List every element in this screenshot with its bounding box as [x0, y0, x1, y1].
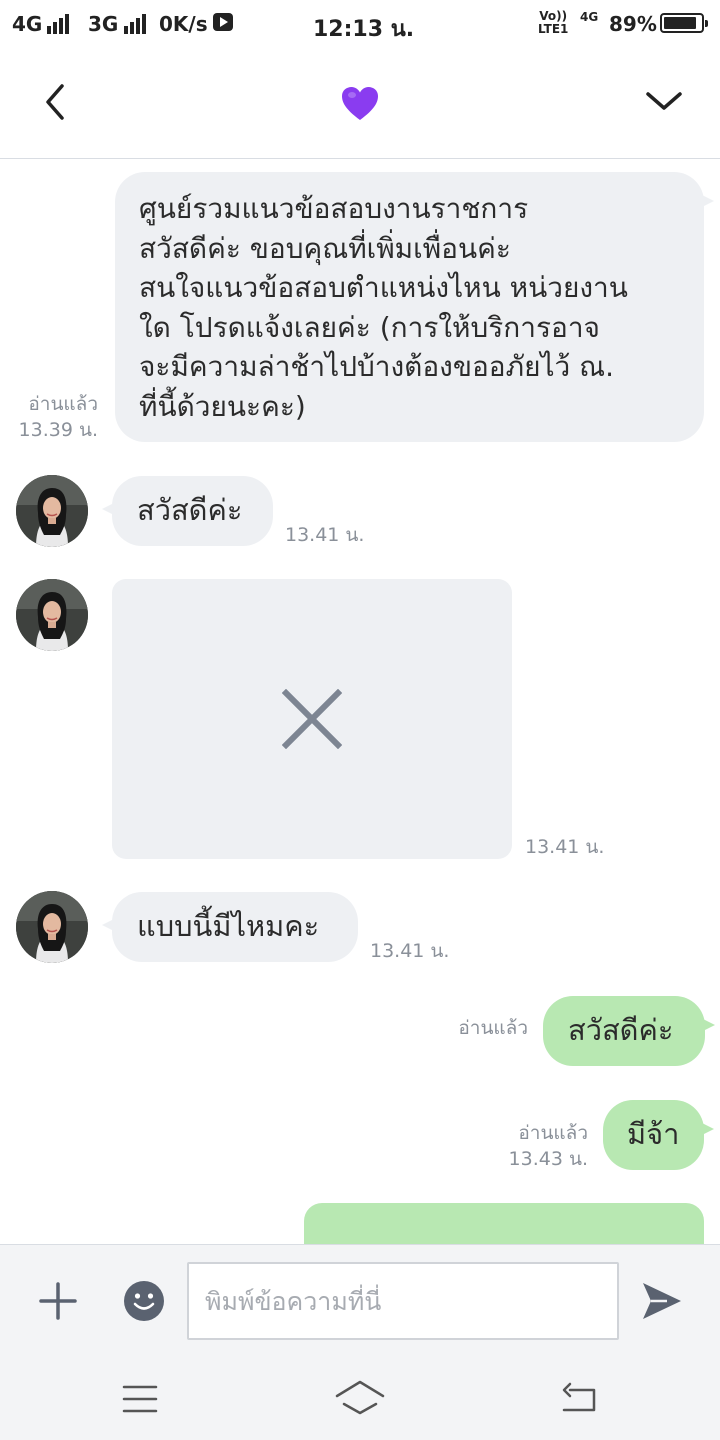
message-line: สวัสดีค่ะ ขอบคุณที่เพิ่มเพื่อนค่ะ — [139, 231, 511, 265]
message-text: แบบนี้มีไหมคะ — [137, 909, 320, 943]
send-icon[interactable] — [641, 1280, 683, 1322]
message-line: ที่นี้ด้วยนะคะ) — [139, 389, 306, 423]
play-icon — [213, 13, 233, 31]
message-time: 13.41 น. — [370, 940, 450, 962]
message-input[interactable] — [189, 1264, 617, 1338]
signal-icon — [47, 14, 69, 34]
image-message-unavailable[interactable] — [112, 579, 512, 859]
message-line: สนใจแนวข้อสอบตำแหน่งไหน หน่วยงาน — [139, 271, 628, 304]
read-receipt: อ่านแล้ว — [28, 393, 98, 415]
message-meta: อ่านแล้ว 13.43 น. — [490, 1120, 588, 1172]
close-icon — [282, 689, 342, 749]
message-text: มีจ้า — [627, 1117, 680, 1151]
message-time: 13.39 น. — [18, 419, 98, 441]
lte-label: LTE1 — [538, 22, 569, 36]
network-4g-label: 4G — [12, 12, 43, 36]
chevron-down-icon[interactable] — [644, 82, 684, 122]
battery-fill — [664, 17, 697, 29]
network-4g-small-label: 4G — [580, 10, 599, 24]
message-meta: อ่านแล้ว 13.39 น. — [10, 391, 98, 443]
menu-icon[interactable] — [122, 1384, 158, 1414]
purple-heart-icon — [341, 86, 379, 122]
battery-icon — [660, 13, 708, 33]
avatar[interactable] — [16, 475, 88, 547]
network-speed: 0K/s — [159, 12, 208, 36]
message-bubble[interactable]: มีจ้า — [603, 1100, 714, 1170]
clock: 12:13 น. — [313, 17, 415, 42]
back-chevron-icon[interactable] — [36, 82, 76, 122]
avatar[interactable] — [16, 579, 88, 651]
message-text: สวัสดีค่ะ — [137, 493, 243, 527]
avatar[interactable] — [16, 891, 88, 963]
read-receipt: อ่านแล้ว — [518, 1122, 588, 1144]
message-text: สวัสดีค่ะ — [568, 1013, 674, 1047]
back-nav-icon[interactable] — [560, 1382, 598, 1414]
message-bubble[interactable]: สวัสดีค่ะ — [102, 476, 273, 546]
read-receipt: อ่านแล้ว — [458, 1017, 528, 1039]
message-composer — [0, 1244, 720, 1357]
message-line: ศูนย์รวมแนวข้อสอบงานราชการ — [139, 192, 529, 225]
message-bubble[interactable]: แบบนี้มีไหมคะ — [102, 892, 358, 962]
message-line: ใด โปรดแจ้งเลยค่ะ (การให้บริการอาจ — [139, 310, 600, 344]
battery-percent: 89% — [609, 12, 657, 36]
home-icon[interactable] — [335, 1380, 385, 1416]
message-time: 13.43 น. — [508, 1148, 588, 1170]
message-bubble[interactable]: ศูนย์รวมแนวข้อสอบงานราชการ สวัสดีค่ะ ขอบ… — [115, 172, 714, 442]
message-time: 13.41 น. — [285, 524, 365, 546]
status-bar: 4G 3G 0K/s 12:13 น. Vo)) LTE1 4G 89% — [0, 0, 720, 52]
network-3g-label: 3G — [88, 12, 119, 36]
message-bubble[interactable]: สวัสดีค่ะ — [543, 996, 715, 1066]
signal-icon — [124, 14, 146, 34]
system-navigation-bar — [0, 1356, 720, 1440]
emoji-icon[interactable] — [123, 1280, 165, 1322]
chat-header — [0, 52, 720, 159]
volte-indicator: Vo)) LTE1 — [538, 10, 568, 36]
message-time: 13.41 น. — [525, 836, 605, 858]
plus-icon[interactable] — [39, 1282, 77, 1320]
message-input-box[interactable] — [187, 1262, 619, 1340]
message-line: จะมีความล่าช้าไปบ้างต้องขออภัยไว้ ณ. — [139, 350, 615, 383]
